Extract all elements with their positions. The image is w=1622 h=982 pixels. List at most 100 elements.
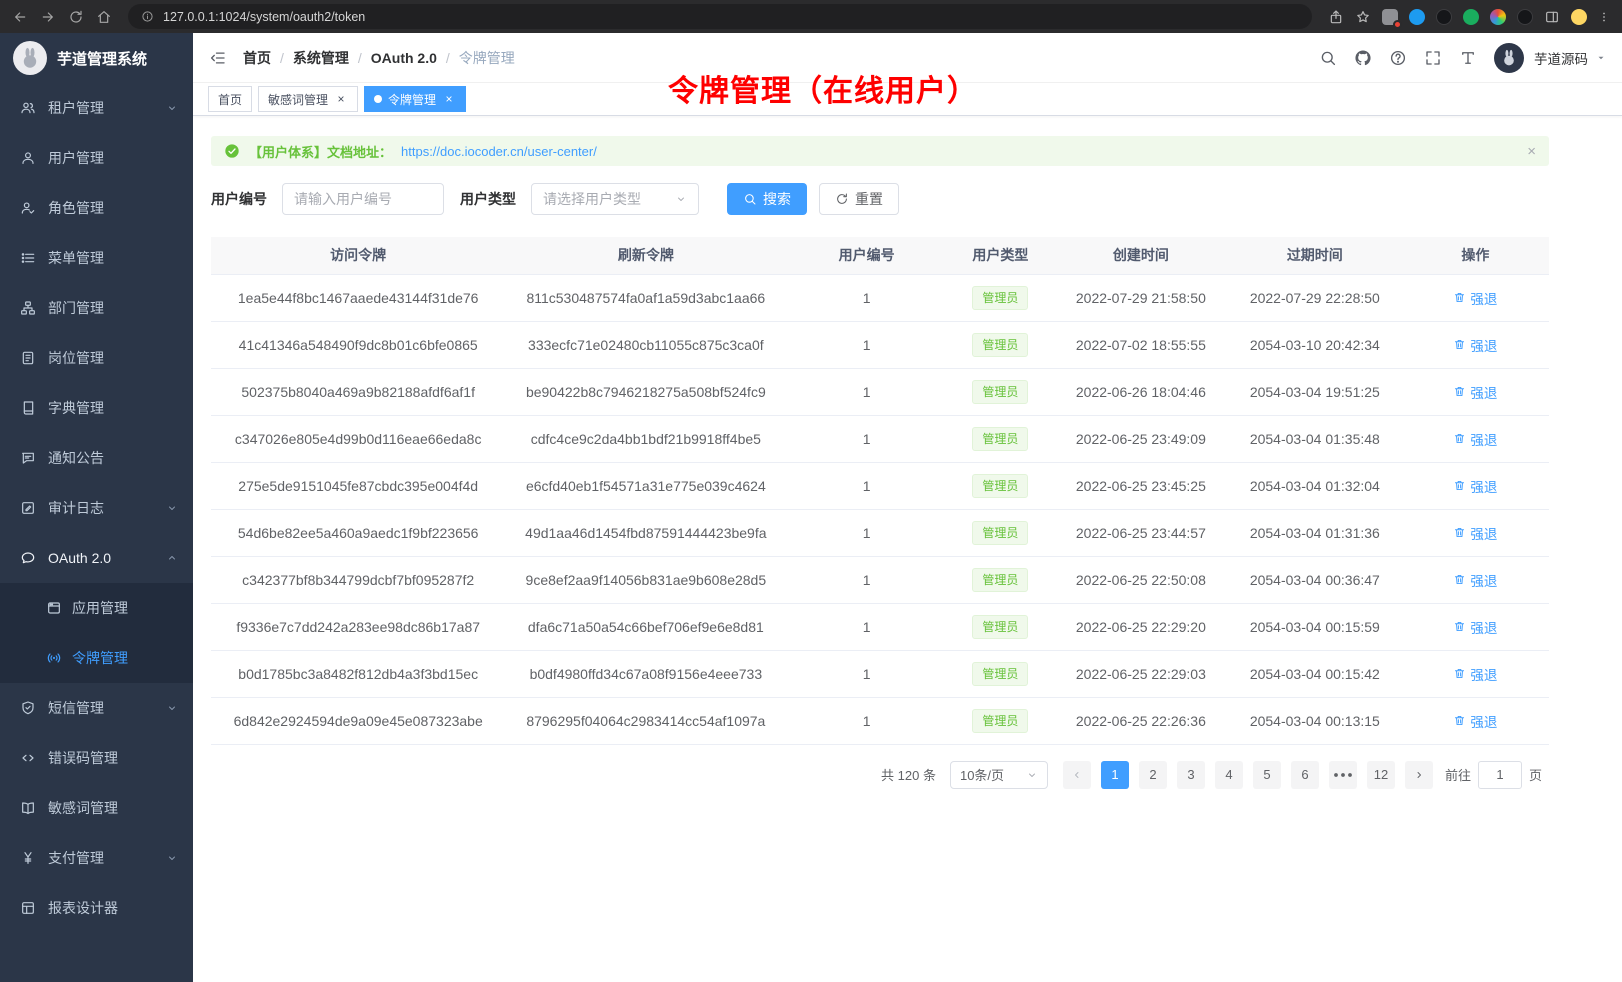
browser-back-icon[interactable] [12,9,28,25]
sidebar-item-report-designer[interactable]: 报表设计器 [0,883,193,933]
force-logout-button[interactable]: 强退 [1453,382,1497,402]
user-type-cell: 管理员 [947,274,1054,321]
action-cell: 强退 [1402,274,1549,321]
force-logout-button[interactable]: 强退 [1453,335,1497,355]
force-logout-button[interactable]: 强退 [1453,476,1497,496]
browser-reload-icon[interactable] [68,9,84,25]
fullscreen-icon[interactable] [1424,49,1442,67]
sidebar-item-token-mgmt[interactable]: 令牌管理 [0,633,193,683]
pagination-page-6[interactable]: 6 [1291,761,1319,789]
user-type-select[interactable]: 请选择用户类型 [531,183,699,215]
table-row: 275e5de9151045fe87cbdc395e004f4de6cfd40e… [211,462,1549,509]
sidebar-item-app-mgmt[interactable]: 应用管理 [0,583,193,633]
extension-icon-1[interactable] [1382,9,1398,25]
search-icon[interactable] [1319,49,1337,67]
tab-home[interactable]: 首页 [208,86,252,112]
sidebar-item-label: 菜单管理 [48,248,104,268]
sidebar-item-dict[interactable]: 字典管理 [0,383,193,433]
pagination-prev-button[interactable] [1063,761,1091,789]
sidebar-item-sensitive-word[interactable]: 敏感词管理 [0,783,193,833]
sidebar-item-notice[interactable]: 通知公告 [0,433,193,483]
site-info-icon[interactable] [141,10,154,23]
force-logout-button[interactable]: 强退 [1453,523,1497,543]
access-token-cell: 41c41346a548490f9dc8b01c6bfe0865 [211,321,505,368]
reset-button-label: 重置 [855,189,883,209]
extension-icon-3[interactable] [1436,9,1452,25]
help-icon[interactable] [1389,49,1407,67]
force-logout-button[interactable]: 强退 [1453,429,1497,449]
pagination-page-5[interactable]: 5 [1253,761,1281,789]
breadcrumb-home[interactable]: 首页 [243,48,271,68]
sidebar-item-label: 应用管理 [72,598,128,618]
sidebar-item-label: 角色管理 [48,198,104,218]
extension-icon-4[interactable] [1463,9,1479,25]
pagination-goto-input[interactable] [1478,761,1522,789]
browser-forward-icon[interactable] [40,9,56,25]
page-size-select[interactable]: 10条/页 [950,761,1048,789]
close-icon[interactable]: × [442,92,456,106]
sidebar-fold-icon[interactable] [209,49,227,67]
user-id-cell: 1 [786,603,947,650]
extension-icon-5[interactable] [1490,9,1506,25]
tab-token[interactable]: 令牌管理 × [364,86,466,112]
close-icon[interactable]: × [334,92,348,106]
tab-sensitive-word[interactable]: 敏感词管理 × [258,86,358,112]
sidebar-item-audit-log[interactable]: 审计日志 [0,483,193,533]
sidebar-item-tenant[interactable]: 租户管理 [0,83,193,133]
app-logo[interactable]: 芋道管理系统 [0,33,193,83]
tab-label: 令牌管理 [388,91,436,108]
bookmark-star-icon[interactable] [1355,9,1371,25]
delete-icon [1453,573,1466,586]
user-type-cell: 管理员 [947,556,1054,603]
browser-home-icon[interactable] [96,9,112,25]
sidebar-item-menu[interactable]: 菜单管理 [0,233,193,283]
pagination-more[interactable] [1329,761,1357,789]
sidebar-item-label: 支付管理 [48,848,104,868]
pagination-page-3[interactable]: 3 [1177,761,1205,789]
user-avatar[interactable] [1494,43,1524,73]
breadcrumb-system[interactable]: 系统管理 [293,48,349,68]
sidebar-item-label: 审计日志 [48,498,104,518]
force-logout-button[interactable]: 强退 [1453,288,1497,308]
force-logout-button[interactable]: 强退 [1453,664,1497,684]
access-token-cell: 6d842e2924594de9a09e45e087323abe [211,697,505,744]
user-id-cell: 1 [786,556,947,603]
pagination-page-12[interactable]: 12 [1367,761,1395,789]
share-icon[interactable] [1328,9,1344,25]
page-content: 【用户体系】文档地址： https://doc.iocoder.cn/user-… [193,116,1622,982]
sidebar-item-sms[interactable]: 短信管理 [0,683,193,733]
sidebar-item-oauth2[interactable]: OAuth 2.0 [0,533,193,583]
force-logout-button[interactable]: 强退 [1453,711,1497,731]
split-view-icon[interactable] [1544,9,1560,25]
browser-toolbar-right [1328,9,1610,25]
user-id-input[interactable] [282,183,444,215]
sidebar-item-error-code[interactable]: 错误码管理 [0,733,193,783]
force-logout-button[interactable]: 强退 [1453,570,1497,590]
extension-icon-2[interactable] [1409,9,1425,25]
browser-address-bar[interactable]: 127.0.0.1:1024/system/oauth2/token [128,4,1312,29]
force-logout-button[interactable]: 强退 [1453,617,1497,637]
github-icon[interactable] [1354,49,1372,67]
caret-down-icon[interactable] [1596,53,1606,63]
breadcrumb-oauth2[interactable]: OAuth 2.0 [371,50,437,66]
sidebar-item-user[interactable]: 用户管理 [0,133,193,183]
pagination-page-2[interactable]: 2 [1139,761,1167,789]
pagination-page-1[interactable]: 1 [1101,761,1129,789]
alert-close-icon[interactable]: × [1527,144,1536,159]
reset-button[interactable]: 重置 [819,183,899,215]
sidebar-item-label: 敏感词管理 [48,798,118,818]
sidebar-item-dept[interactable]: 部门管理 [0,283,193,333]
dept-icon [20,300,36,316]
sidebar-item-role[interactable]: 角色管理 [0,183,193,233]
sidebar-item-post[interactable]: 岗位管理 [0,333,193,383]
pagination-next-button[interactable] [1405,761,1433,789]
browser-profile-avatar[interactable] [1571,9,1587,25]
pagination-page-4[interactable]: 4 [1215,761,1243,789]
browser-menu-icon[interactable] [1598,11,1610,23]
search-button[interactable]: 搜索 [727,183,807,215]
font-size-icon[interactable] [1459,49,1477,67]
alert-doc-link[interactable]: https://doc.iocoder.cn/user-center/ [401,144,597,159]
extension-icon-6[interactable] [1517,9,1533,25]
username[interactable]: 芋道源码 [1534,48,1588,68]
sidebar-item-payment[interactable]: 支付管理 [0,833,193,883]
